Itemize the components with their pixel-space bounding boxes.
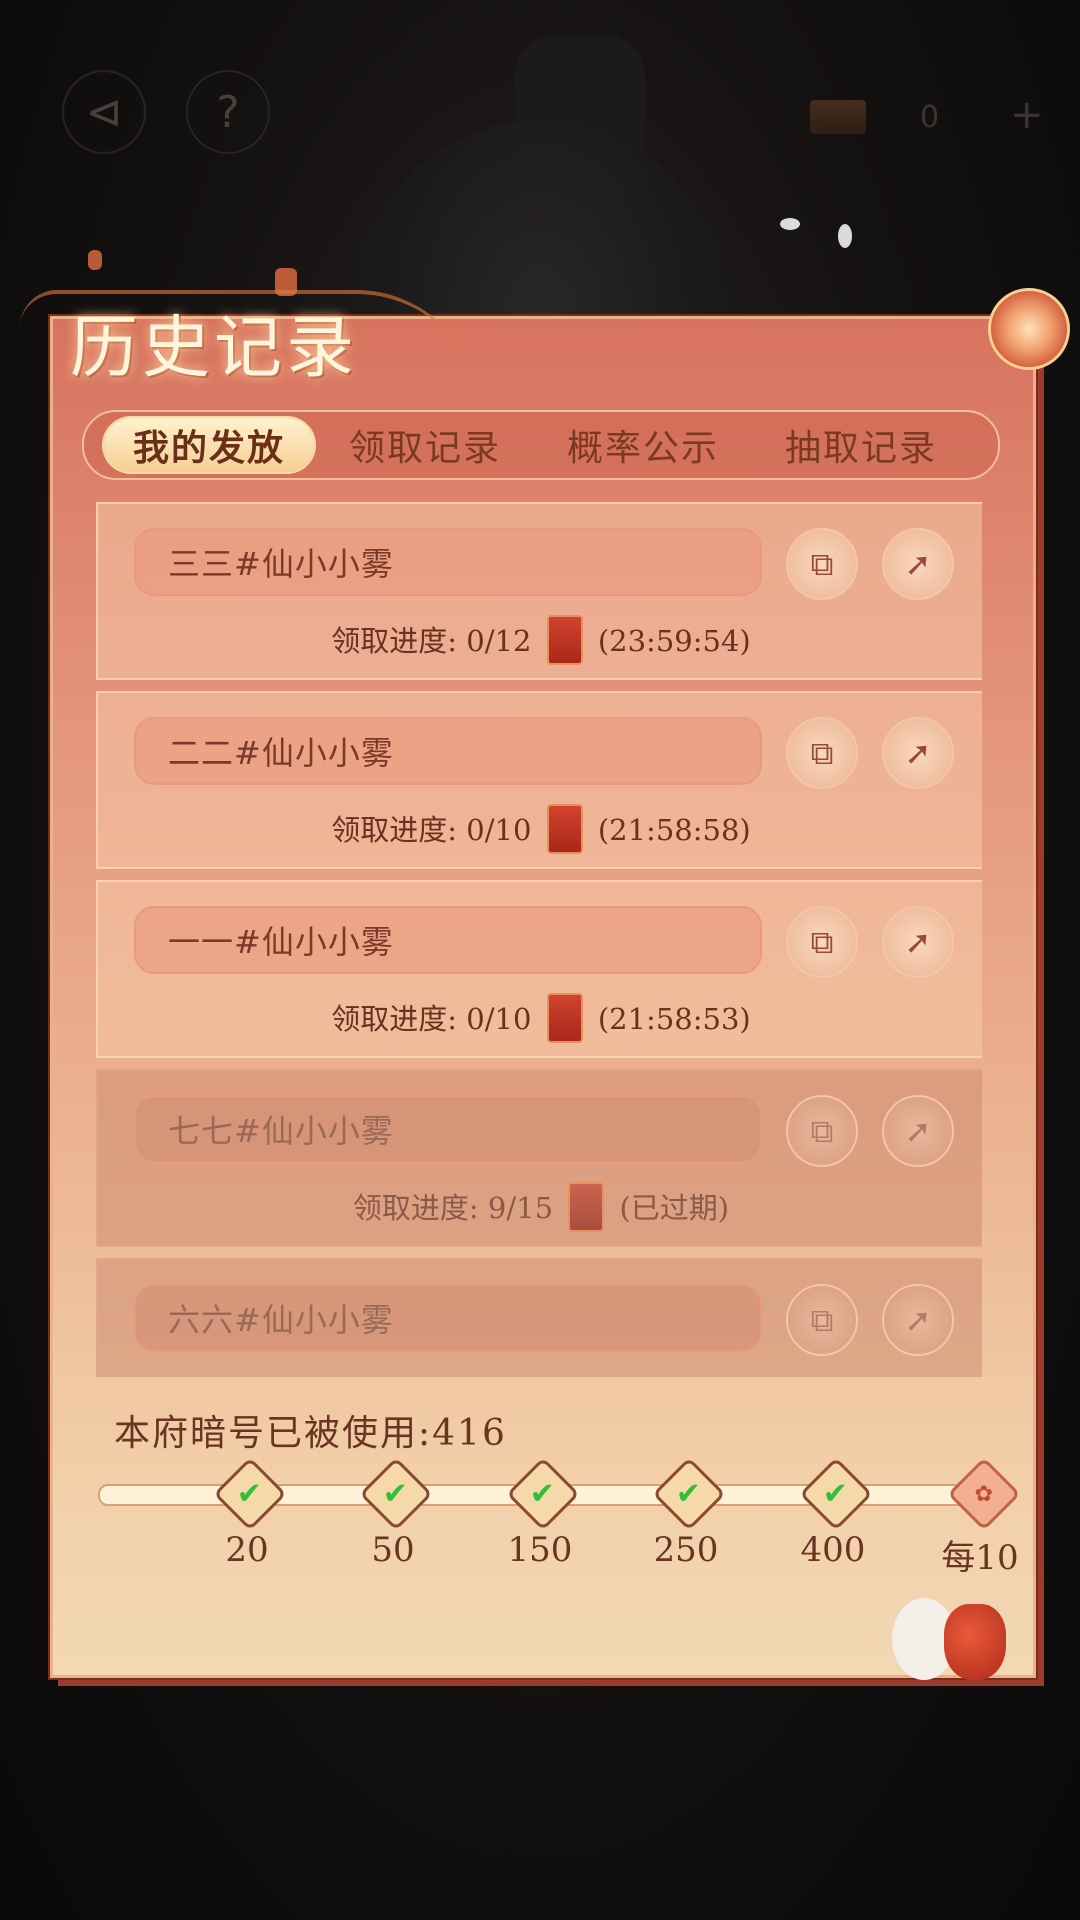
list-item: 一一#仙小小雾 ⧉ ➚ 领取进度: 0/10 (21:58:53): [96, 880, 982, 1058]
check-icon: ✔: [530, 1476, 556, 1512]
claim-progress: 领取进度: 0/10 (21:58:58): [98, 804, 982, 857]
tab-label: 领取记录: [348, 428, 501, 469]
claim-progress: 领取进度: 0/10 (21:58:53): [98, 993, 982, 1046]
copy-button[interactable]: ⧉: [786, 906, 858, 978]
share-button[interactable]: ➚: [882, 1095, 954, 1167]
tab-bar: 我的发放 领取记录 概率公示 抽取记录: [82, 410, 1000, 480]
help-button[interactable]: ?: [186, 70, 270, 154]
gift-icon: ✿: [974, 1481, 994, 1507]
help-icon: ?: [216, 86, 240, 138]
copy-icon: ⧉: [810, 544, 834, 583]
check-icon: ✔: [676, 1476, 702, 1512]
red-envelope-icon: [568, 1182, 605, 1232]
code-name: 三三#仙小小雾: [168, 545, 394, 583]
list-item: 三三#仙小小雾 ⧉ ➚ 领取进度: 0/12 (23:59:54): [96, 502, 982, 680]
currency-icon: [810, 100, 866, 134]
copy-icon: ⧉: [810, 1300, 834, 1339]
copy-button[interactable]: ⧉: [786, 1284, 858, 1356]
red-envelope-icon: [546, 804, 583, 854]
tab-label: 抽取记录: [784, 428, 937, 469]
progress-value: 0/10: [466, 813, 532, 847]
progress-value: 9/15: [487, 1191, 554, 1225]
claim-progress: 领取进度: 0/12 (23:59:54): [98, 615, 982, 668]
emblem-icon: [988, 288, 1070, 370]
copy-icon: ⧉: [810, 1111, 834, 1150]
code-name: 二二#仙小小雾: [168, 734, 394, 772]
share-icon: ➚: [904, 734, 932, 772]
code-name: 六六#仙小小雾: [168, 1301, 394, 1339]
share-icon: ➚: [904, 1112, 932, 1150]
petal-decoration: [780, 218, 800, 230]
share-icon: ➚: [904, 1301, 932, 1339]
status-time: (21:58:58): [597, 813, 751, 847]
list-item: 七七#仙小小雾 ⧉ ➚ 领取进度: 9/15 (已过期): [96, 1069, 982, 1247]
list-item: 二二#仙小小雾 ⧉ ➚ 领取进度: 0/10 (21:58:58): [96, 691, 982, 869]
list-item: 六六#仙小小雾 ⧉ ➚: [96, 1258, 982, 1377]
milestone-label: 150: [507, 1530, 573, 1570]
progress-label: 领取进度:: [331, 1002, 458, 1036]
code-name-field: 七七#仙小小雾: [134, 1095, 762, 1163]
code-name-field: 六六#仙小小雾: [134, 1284, 762, 1352]
red-envelope-icon: [546, 993, 583, 1043]
back-icon: ⊲: [85, 86, 123, 138]
page-title: 历史记录: [70, 309, 359, 388]
code-name: 一一#仙小小雾: [168, 923, 394, 961]
progress-value: 0/10: [466, 1002, 532, 1036]
share-button[interactable]: ➚: [882, 717, 954, 789]
claim-progress: 领取进度: 9/15 (已过期): [98, 1182, 982, 1235]
usage-count: 416: [432, 1413, 507, 1454]
usage-label: 本府暗号已被使用:: [114, 1413, 433, 1454]
share-icon: ➚: [904, 923, 932, 961]
copy-button[interactable]: ⧉: [786, 717, 858, 789]
code-name-field: 二二#仙小小雾: [134, 717, 762, 785]
share-button[interactable]: ➚: [882, 1284, 954, 1356]
progress-value: 0/12: [466, 624, 532, 658]
tab-probability[interactable]: 概率公示: [538, 418, 748, 472]
lucky-bag-icon: [944, 1604, 1006, 1680]
record-list[interactable]: 三三#仙小小雾 ⧉ ➚ 领取进度: 0/12 (23:59:54) 二二#仙小小…: [96, 502, 982, 1377]
code-name-field: 一一#仙小小雾: [134, 906, 762, 974]
check-icon: ✔: [237, 1476, 263, 1512]
check-icon: ✔: [383, 1476, 409, 1512]
status-expired: (已过期): [619, 1191, 730, 1225]
share-icon: ➚: [904, 545, 932, 583]
currency-value: 0: [920, 100, 940, 135]
tab-label: 概率公示: [566, 428, 719, 469]
add-currency-button[interactable]: +: [1010, 92, 1044, 138]
usage-counter: 本府暗号已被使用:416: [114, 1404, 507, 1456]
status-time: (21:58:53): [597, 1002, 751, 1036]
share-button[interactable]: ➚: [882, 528, 954, 600]
milestone-label: 400: [800, 1530, 866, 1570]
share-button[interactable]: ➚: [882, 906, 954, 978]
copy-button[interactable]: ⧉: [786, 1095, 858, 1167]
tab-claim-records[interactable]: 领取记录: [320, 418, 530, 472]
status-time: (23:59:54): [597, 624, 751, 658]
milestone-label: 20: [225, 1530, 269, 1570]
copy-button[interactable]: ⧉: [786, 528, 858, 600]
copy-icon: ⧉: [810, 922, 834, 961]
check-icon: ✔: [823, 1476, 849, 1512]
milestone-label: 50: [371, 1530, 415, 1570]
progress-label: 领取进度:: [331, 624, 458, 658]
code-name-field: 三三#仙小小雾: [134, 528, 762, 596]
milestone-label: 250: [653, 1530, 719, 1570]
progress-label: 领取进度:: [331, 813, 458, 847]
progress-label: 领取进度:: [352, 1191, 479, 1225]
red-envelope-icon: [546, 615, 583, 665]
tab-label: 我的发放: [132, 427, 285, 469]
lantern-decoration: [88, 250, 102, 270]
milestone-label: 每10: [941, 1538, 1019, 1578]
tab-draw-records[interactable]: 抽取记录: [756, 418, 966, 472]
tab-my-distribution[interactable]: 我的发放: [104, 418, 314, 472]
code-name: 七七#仙小小雾: [168, 1112, 394, 1150]
copy-icon: ⧉: [810, 733, 834, 772]
petal-decoration: [838, 224, 852, 248]
back-button[interactable]: ⊲: [62, 70, 146, 154]
